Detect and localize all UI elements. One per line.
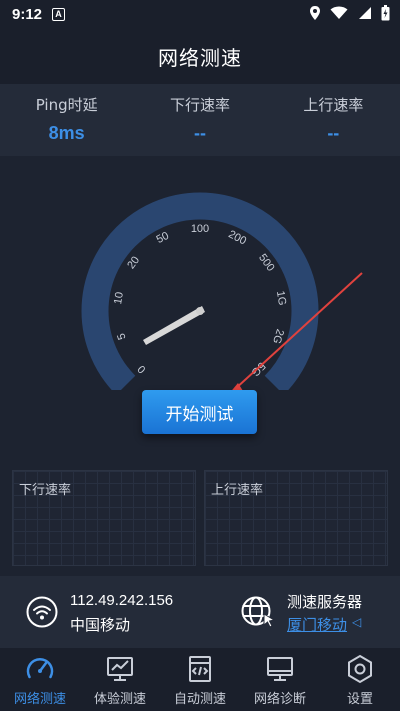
nav-label: 自动测速: [173, 692, 226, 707]
download-chart: 下行速率: [12, 470, 196, 566]
gauge-svg: 051020501002005001G2G5G: [81, 192, 363, 395]
nav-item-diagnosis[interactable]: 网络诊断: [240, 648, 320, 711]
gauge-tick-label: 200: [226, 228, 248, 247]
metric-download: 下行速率 --: [133, 84, 266, 156]
signal-icon: [359, 7, 371, 19]
start-test-button[interactable]: 开始测试: [142, 390, 257, 434]
gauge-needle-hub: [196, 307, 204, 315]
gauge-tick-label: 2G: [270, 328, 286, 346]
battery-icon: [381, 5, 390, 21]
nav-item-speed-test[interactable]: 网络测速: [0, 648, 80, 711]
nav-item-auto-test[interactable]: 自动测速: [160, 648, 240, 711]
status-icons: [309, 5, 390, 21]
title-bar: 网络测速: [0, 28, 400, 84]
gauge-tick-label: 1G: [274, 290, 288, 306]
metric-download-label: 下行速率: [169, 96, 230, 114]
metric-upload-value: --: [327, 123, 340, 143]
location-icon: [310, 6, 320, 20]
download-chart-label: 下行速率: [19, 483, 72, 498]
gauge-tick-label: 5: [115, 332, 128, 342]
metric-ping: Ping时延 8ms: [0, 84, 133, 156]
desktop-icon: [267, 657, 293, 681]
metric-download-value: --: [193, 123, 206, 143]
upload-chart: 上行速率: [204, 470, 388, 566]
status-time: 9:12: [12, 5, 43, 23]
gauge-tick-label: 50: [155, 230, 171, 246]
metric-upload: 上行速率 --: [267, 84, 400, 156]
nav-label: 设置: [346, 692, 373, 707]
page-title: 网络测速: [158, 45, 242, 70]
gauge-tick-label: 0: [136, 363, 149, 376]
wifi-status-icon: [330, 6, 348, 19]
nav-item-experience-test[interactable]: 体验测速: [80, 648, 160, 711]
monitor-chart-icon: [107, 657, 133, 681]
network-info-bar: 112.49.242.156 中国移动 测速服务器 厦门移动 ◁: [0, 576, 400, 648]
upload-chart-label: 上行速率: [211, 483, 264, 498]
gauge-tick-label: 10: [112, 291, 126, 305]
code-file-icon: [189, 656, 211, 682]
globe-server-icon[interactable]: [240, 595, 276, 629]
nav-item-settings[interactable]: 设置: [320, 648, 400, 711]
status-bar: 9:12 A: [0, 0, 400, 28]
metric-ping-value: 8ms: [48, 123, 85, 143]
speed-gauge: 051020501002005001G2G5G: [0, 180, 400, 395]
wifi-circle-icon: [26, 596, 58, 628]
server-label: 测速服务器: [287, 593, 363, 611]
carrier-name: 中国移动: [70, 616, 131, 634]
nav-label: 网络诊断: [253, 692, 306, 707]
gauge-needle: [143, 306, 205, 345]
gauge-tick-label: 20: [125, 254, 142, 271]
speedometer-icon: [26, 657, 54, 679]
ip-address: 112.49.242.156: [70, 592, 174, 609]
metric-upload-label: 上行速率: [303, 96, 364, 114]
nav-label: 网络测速: [13, 692, 66, 707]
notification-a-icon: A: [52, 7, 66, 21]
nav-label: 体验测速: [93, 692, 146, 707]
metric-ping-label: Ping时延: [35, 96, 98, 114]
server-name-link[interactable]: 厦门移动: [287, 614, 347, 635]
gauge-tick-label: 100: [191, 223, 209, 235]
settings-hexagon-icon: [348, 654, 372, 684]
caret-left-icon[interactable]: ◁: [352, 615, 361, 629]
bottom-nav: 网络测速 体验测速 自动测速 网络诊断 设置: [0, 648, 400, 711]
metrics-bar: Ping时延 8ms 下行速率 -- 上行速率 --: [0, 84, 400, 156]
